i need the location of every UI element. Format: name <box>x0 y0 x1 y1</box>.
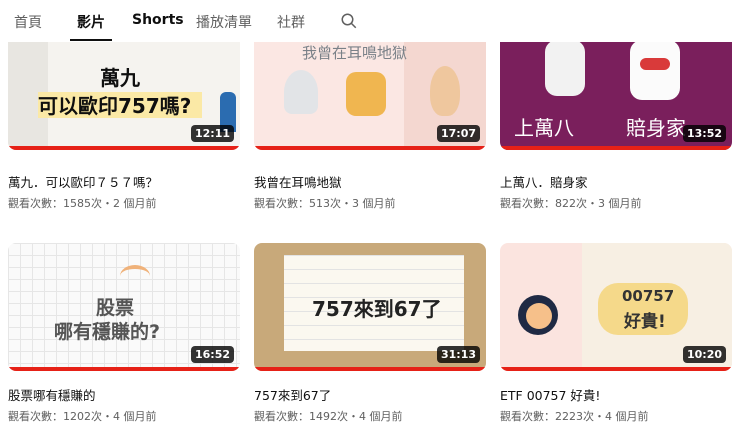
thumbnail-figure <box>346 72 386 116</box>
active-tab-underline <box>70 39 112 41</box>
video-duration: 31:13 <box>436 346 480 363</box>
video-title[interactable]: 757來到67了 <box>254 385 486 404</box>
video-meta: 觀看次數：1492次・4 個月前 <box>254 410 403 423</box>
video-title[interactable]: ETF 00757 好貴! <box>500 385 732 404</box>
video-title[interactable]: 萬九．可以歐印７５７嗎？ <box>8 172 240 191</box>
video-thumbnail[interactable]: 萬九 可以歐印757嗎? 12:11 <box>8 32 240 150</box>
tab-playlists[interactable]: 播放清單 <box>196 12 252 32</box>
watch-progress-bar <box>254 367 486 371</box>
tab-home[interactable]: 首頁 <box>14 12 42 32</box>
thumbnail-text: 可以歐印757嗎? <box>38 94 192 118</box>
video-title[interactable]: 股票哪有穩賺的 <box>8 385 240 404</box>
channel-tab-bar: 首頁 影片 Shorts 播放清單 社群 <box>0 0 740 42</box>
watch-progress-bar <box>254 146 486 150</box>
video-thumbnail[interactable]: 我曾在耳鳴地獄 17:07 <box>254 32 486 150</box>
thumbnail-text: 757來到67了 <box>312 297 442 321</box>
thumbnail-text: 好貴! <box>624 312 666 332</box>
thumbnail-text: 00757 <box>622 287 675 305</box>
video-meta: 觀看次數：513次・3 個月前 <box>254 197 396 210</box>
tab-shorts[interactable]: Shorts <box>132 12 184 28</box>
video-title[interactable]: 上萬八．賠身家 <box>500 172 732 191</box>
video-duration: 10:20 <box>682 346 726 363</box>
video-meta: 觀看次數：822次・3 個月前 <box>500 197 642 210</box>
video-meta: 觀看次數：1585次・2 個月前 <box>8 197 157 210</box>
video-duration: 17:07 <box>436 125 480 142</box>
watch-progress-bar <box>500 367 732 371</box>
video-duration: 12:11 <box>190 125 234 142</box>
video-duration: 16:52 <box>190 346 234 363</box>
video-thumbnail[interactable]: 上萬八 賠身家 13:52 <box>500 32 732 150</box>
thumbnail-text: 我曾在耳鳴地獄 <box>302 44 408 62</box>
thumbnail-text: 哪有穩賺的? <box>54 321 161 343</box>
video-meta: 觀看次數：1202次・4 個月前 <box>8 410 157 423</box>
video-duration: 13:52 <box>682 125 726 142</box>
thumbnail-character <box>526 303 552 329</box>
thumbnail-text: 萬九 <box>100 66 140 90</box>
video-thumbnail[interactable]: 757來到67了 31:13 <box>254 243 486 371</box>
video-title[interactable]: 我曾在耳鳴地獄 <box>254 172 486 191</box>
thumbnail-figure <box>284 70 318 114</box>
thumbnail-text: 賠身家 <box>626 116 686 140</box>
tab-videos[interactable]: 影片 <box>77 12 105 32</box>
thumbnail-decoration <box>640 58 670 70</box>
watch-progress-bar <box>8 146 240 150</box>
watch-progress-bar <box>500 146 732 150</box>
thumbnail-text: 上萬八 <box>514 116 574 140</box>
video-thumbnail[interactable]: 00757 好貴! 10:20 <box>500 243 732 371</box>
lion-dance-figure <box>630 40 680 100</box>
thumbnail-text: 股票 <box>96 297 135 319</box>
ear-icon <box>430 66 460 116</box>
search-icon[interactable] <box>340 12 358 30</box>
video-thumbnail[interactable]: 股票 哪有穩賺的? 16:52 <box>8 243 240 371</box>
thumbnail-decoration <box>120 265 150 287</box>
watch-progress-bar <box>8 367 240 371</box>
lion-dance-figure <box>545 40 585 96</box>
video-meta: 觀看次數：2223次・4 個月前 <box>500 410 649 423</box>
tab-community[interactable]: 社群 <box>277 12 305 32</box>
